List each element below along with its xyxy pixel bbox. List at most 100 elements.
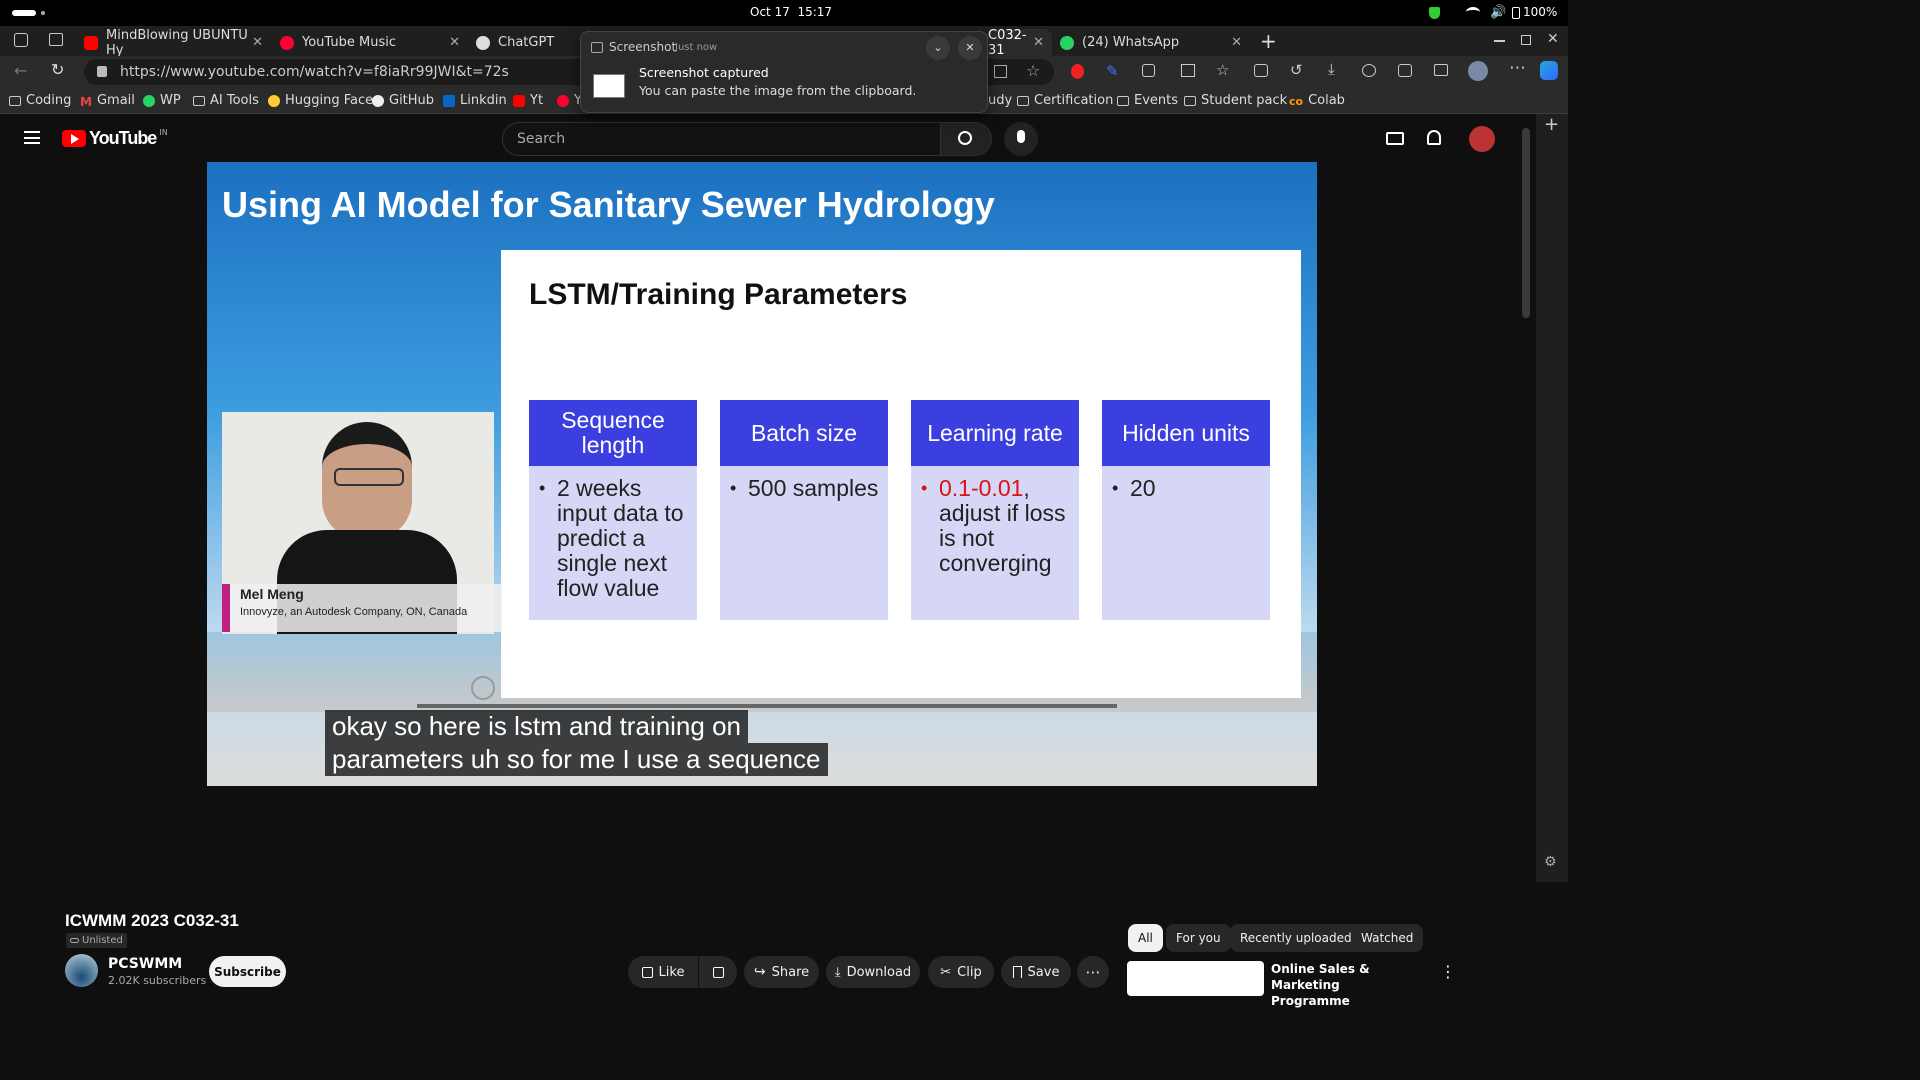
extension-pen-icon[interactable]: ✎ xyxy=(1106,62,1119,80)
refresh-icon[interactable]: ↻ xyxy=(51,60,64,79)
video-player[interactable]: Using AI Model for Sanitary Sewer Hydrol… xyxy=(207,162,1317,786)
edge-sidebar: + ⚙ xyxy=(1536,114,1568,882)
tab-whatsapp[interactable]: (24) WhatsApp ✕ xyxy=(1052,29,1250,56)
bookmark-ai-tools[interactable]: AI Tools xyxy=(193,93,259,108)
video-title: ICWMM 2023 C032-31 xyxy=(65,911,239,930)
minimize-icon[interactable] xyxy=(1494,40,1505,42)
bookmark-coding[interactable]: Coding xyxy=(9,93,71,108)
apps-icon[interactable] xyxy=(994,65,1007,78)
bookmark-wp[interactable]: WP xyxy=(143,93,181,108)
youtube-logo[interactable]: YouTube IN xyxy=(62,128,168,149)
channel-avatar[interactable] xyxy=(65,954,98,987)
chip-recently-uploaded[interactable]: Recently uploaded xyxy=(1230,924,1362,952)
voice-search-button[interactable] xyxy=(1004,122,1038,156)
linkedin-icon xyxy=(443,94,455,107)
close-tab-icon[interactable]: ✕ xyxy=(252,35,263,50)
like-button[interactable]: Like xyxy=(628,956,698,988)
folder-icon xyxy=(9,95,21,106)
notifications-bell-icon[interactable] xyxy=(1427,130,1441,145)
volume-icon[interactable]: 🔊 xyxy=(1490,5,1506,20)
browser-essentials-icon[interactable] xyxy=(1398,64,1412,77)
add-sidebar-icon[interactable]: + xyxy=(1544,114,1559,135)
clip-button[interactable]: ✂ Clip xyxy=(928,956,994,988)
bookmark-y[interactable]: Y xyxy=(557,93,582,108)
bookmark-hugging-face[interactable]: Hugging Face xyxy=(268,93,373,108)
search-button[interactable] xyxy=(940,122,992,156)
close-notification-button[interactable]: ✕ xyxy=(958,36,982,60)
bookmark-label: AI Tools xyxy=(210,93,259,108)
performance-icon[interactable] xyxy=(1362,64,1376,77)
tab-current-video[interactable]: C032-31 ✕ xyxy=(986,28,1052,58)
speaker-org: Innovyze, an Autodesk Company, ON, Canad… xyxy=(240,606,468,618)
recommended-thumbnail[interactable] xyxy=(1127,961,1264,996)
thumbs-down-icon xyxy=(712,966,724,978)
chip-all[interactable]: All xyxy=(1128,924,1163,952)
chip-for-you[interactable]: For you xyxy=(1166,924,1231,952)
copilot-icon[interactable] xyxy=(1540,61,1558,80)
bookmark-github[interactable]: GitHub xyxy=(372,93,434,108)
back-icon[interactable]: ← xyxy=(14,61,27,80)
chip-watched[interactable]: Watched xyxy=(1351,924,1424,952)
bookmark-yt[interactable]: Yt xyxy=(513,93,543,108)
hamburger-menu-icon[interactable] xyxy=(24,131,40,144)
bookmark-student-pack[interactable]: Student pack xyxy=(1184,93,1287,108)
bookmark-gmail[interactable]: M Gmail xyxy=(80,93,135,109)
account-avatar[interactable] xyxy=(1469,126,1495,152)
history-icon[interactable]: ↺ xyxy=(1290,61,1303,79)
wifi-icon[interactable] xyxy=(1466,7,1480,17)
recommended-menu-icon[interactable]: ⋮ xyxy=(1440,962,1456,981)
share-icon[interactable] xyxy=(1434,64,1448,76)
page-scrollbar[interactable] xyxy=(1520,114,1536,882)
favorites-icon[interactable]: ☆ xyxy=(1216,61,1229,79)
scrollbar-thumb[interactable] xyxy=(1522,128,1530,318)
tab-mindblowing-ubuntu[interactable]: MindBlowing UBUNTU Hy ✕ xyxy=(76,28,271,58)
close-window-icon[interactable]: ✕ xyxy=(1547,31,1559,47)
close-tab-icon[interactable]: ✕ xyxy=(449,35,460,50)
channel-name[interactable]: PCSWMM xyxy=(108,956,182,972)
workspaces-icon[interactable] xyxy=(14,33,28,47)
caption-line: okay so here is lstm and training on xyxy=(325,710,748,743)
more-menu-icon[interactable]: ⋯ xyxy=(1509,58,1526,78)
create-icon[interactable] xyxy=(1386,132,1404,145)
save-button[interactable]: Save xyxy=(1001,956,1071,988)
param-header: Hidden units xyxy=(1102,400,1270,466)
favorite-star-icon[interactable]: ☆ xyxy=(1026,61,1040,80)
subscribe-button[interactable]: Subscribe xyxy=(209,956,286,987)
expand-notification-button[interactable]: ⌄ xyxy=(926,36,950,60)
share-button[interactable]: ↪ Share xyxy=(744,956,819,988)
battery-icon[interactable] xyxy=(1512,7,1520,19)
screenshot-notification[interactable]: Screenshot Just now ⌄ ✕ Screenshot captu… xyxy=(580,31,988,113)
collections-icon[interactable] xyxy=(1254,64,1268,77)
download-button[interactable]: ⤓ Download xyxy=(826,956,920,988)
extension-red-icon[interactable] xyxy=(1071,64,1084,79)
bookmark-udy[interactable]: udy xyxy=(988,93,1012,108)
chatgpt-favicon-icon xyxy=(476,35,490,50)
recommended-title[interactable]: Online Sales & Marketing Programme xyxy=(1271,961,1421,1009)
new-tab-icon[interactable]: + xyxy=(1260,29,1277,53)
shield-icon[interactable] xyxy=(1429,7,1440,19)
activities-indicator[interactable] xyxy=(12,10,36,16)
bookmark-colab[interactable]: co Colab xyxy=(1289,93,1345,108)
more-actions-button[interactable]: ⋯ xyxy=(1077,956,1109,988)
close-tab-icon[interactable]: ✕ xyxy=(1231,35,1242,50)
clock[interactable]: Oct 17 15:17 xyxy=(750,5,832,19)
tab-title: YouTube Music xyxy=(302,35,396,50)
bookmark-linkdin[interactable]: Linkdin xyxy=(443,93,507,108)
close-tab-icon[interactable]: ✕ xyxy=(1033,35,1044,50)
downloads-icon[interactable]: ⤓ xyxy=(1328,60,1335,78)
restore-icon[interactable] xyxy=(1521,35,1531,45)
settings-gear-icon[interactable]: ⚙ xyxy=(1544,854,1557,870)
tab-actions-icon[interactable] xyxy=(49,33,63,46)
bookmark-events[interactable]: Events xyxy=(1117,93,1178,108)
tab-youtube-music[interactable]: YouTube Music ✕ xyxy=(272,29,468,56)
folder-icon xyxy=(1184,95,1196,106)
tab-chatgpt[interactable]: ChatGPT xyxy=(468,29,578,56)
search-input[interactable]: Search xyxy=(502,122,942,156)
profile-avatar[interactable] xyxy=(1468,61,1488,81)
extensions-icon[interactable] xyxy=(1142,64,1155,77)
bookmark-label: Certification xyxy=(1034,93,1114,108)
split-screen-icon[interactable] xyxy=(1181,64,1195,77)
bookmark-certification[interactable]: Certification xyxy=(1017,93,1113,108)
lock-icon[interactable] xyxy=(97,66,107,77)
dislike-button[interactable] xyxy=(699,956,737,988)
